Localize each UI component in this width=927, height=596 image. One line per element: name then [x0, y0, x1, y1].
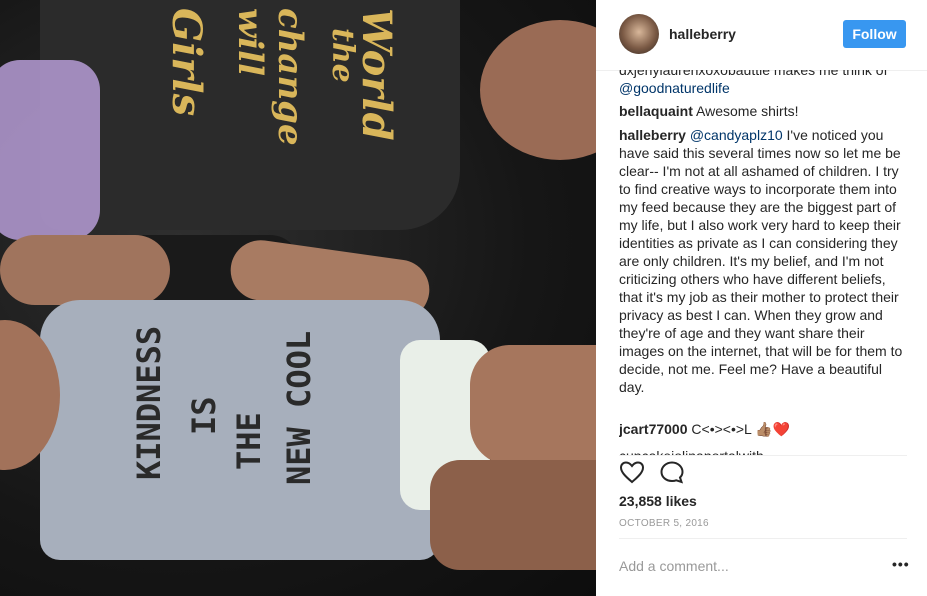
print-word: THE	[230, 412, 268, 470]
comment: jcart77000 C<•><•>L 👍🏽❤️	[619, 420, 909, 438]
username-link[interactable]: halleberry	[669, 26, 736, 42]
comment-bubble-icon[interactable]	[659, 460, 685, 489]
comment-text: I've noticed you have said this several …	[619, 127, 903, 395]
post-date[interactable]: OCTOBER 5, 2016	[619, 518, 709, 529]
comment: halleberry @candyaplz10 I've noticed you…	[619, 126, 909, 396]
child-leg-2	[430, 460, 596, 570]
comment-username[interactable]: halleberry	[619, 127, 686, 143]
comment-text: Awesome shirts!	[696, 103, 799, 119]
add-comment-input[interactable]: Add a comment...	[619, 558, 729, 574]
print-word: NEW COOL	[280, 330, 318, 485]
post-header: halleberry Follow	[596, 0, 927, 71]
print-word: KINDNESS	[130, 325, 168, 480]
more-options-icon[interactable]: •••	[892, 556, 910, 572]
partial-comment-top: dxjenylaurenxoxobauttle makes me think o…	[619, 70, 888, 78]
post-photo[interactable]: Girls will change the World KINDNESS IS …	[0, 0, 596, 596]
child-face-right	[480, 20, 596, 160]
follow-button[interactable]: Follow	[843, 20, 906, 48]
mention-link[interactable]: @goodnaturedlife	[619, 79, 730, 97]
mention-link[interactable]: @candyaplz10	[690, 127, 783, 143]
avatar[interactable]	[619, 14, 659, 54]
comment-text: C<•><•>L 👍🏽❤️	[691, 421, 791, 437]
shirt-script-text: Girls will change the World	[0, 8, 400, 328]
comment-username[interactable]: bellaquaint	[619, 103, 693, 119]
print-word: IS	[185, 396, 223, 435]
script-word: will	[230, 8, 270, 77]
partial-comment-bottom: cupcakejolinaportalwith	[619, 447, 909, 455]
divider	[619, 455, 907, 456]
likes-count[interactable]: 23,858 likes	[619, 493, 697, 509]
script-word: Girls	[163, 8, 210, 117]
script-word: World	[353, 8, 400, 141]
script-word: change	[270, 8, 310, 146]
child-leg	[470, 345, 596, 465]
divider	[619, 538, 907, 539]
heart-icon[interactable]	[619, 460, 645, 489]
comment: bellaquaint Awesome shirts!	[619, 102, 909, 120]
comment-username[interactable]: jcart77000	[619, 421, 688, 437]
comments-list[interactable]: dxjenylaurenxoxobauttle makes me think o…	[619, 70, 909, 455]
post-details-panel: halleberry Follow dxjenylaurenxoxobauttl…	[596, 0, 927, 596]
